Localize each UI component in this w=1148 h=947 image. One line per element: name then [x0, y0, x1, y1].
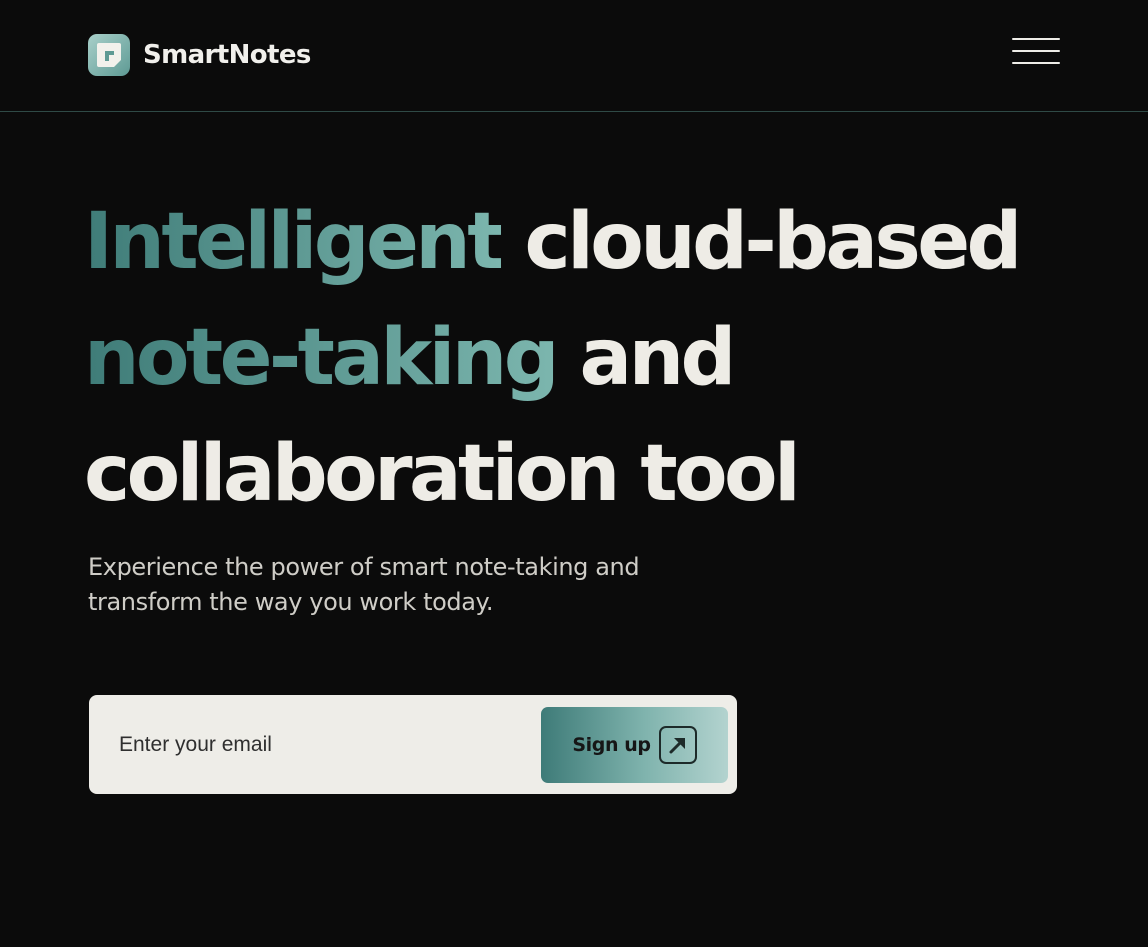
- email-signup-form: Sign up: [89, 695, 737, 794]
- brand-name: SmartNotes: [143, 40, 311, 70]
- headline-line-3: collaboration tool: [84, 429, 801, 519]
- headline-accent-intelligent: Intelligent: [84, 197, 505, 287]
- headline-line-2: note-taking and: [84, 300, 1094, 416]
- email-input[interactable]: [119, 725, 519, 765]
- sign-up-label: Sign up: [572, 734, 651, 756]
- menu-bar-bottom: [1012, 62, 1060, 64]
- menu-bar-middle: [1012, 50, 1060, 52]
- brand-logo-link[interactable]: SmartNotes: [88, 34, 311, 76]
- hero-headline: Intelligent cloud-based note-taking and …: [84, 184, 1094, 532]
- headline-text-cloud-based: cloud-based: [500, 197, 1022, 287]
- arrow-up-right-icon: [658, 726, 697, 764]
- headline-accent-note-taking: note-taking: [84, 313, 560, 403]
- headline-text-and: and: [555, 313, 737, 403]
- top-navbar: SmartNotes: [0, 0, 1148, 112]
- sign-up-button[interactable]: Sign up: [541, 707, 728, 783]
- hamburger-menu-icon[interactable]: [1008, 36, 1064, 70]
- headline-line-1: Intelligent cloud-based: [84, 184, 1094, 300]
- hero-subtitle: Experience the power of smart note-takin…: [88, 553, 640, 616]
- menu-bar-top: [1012, 38, 1060, 40]
- landing-page: SmartNotes Intelligent cloud-based note-…: [0, 0, 1148, 947]
- note-icon: [88, 34, 130, 76]
